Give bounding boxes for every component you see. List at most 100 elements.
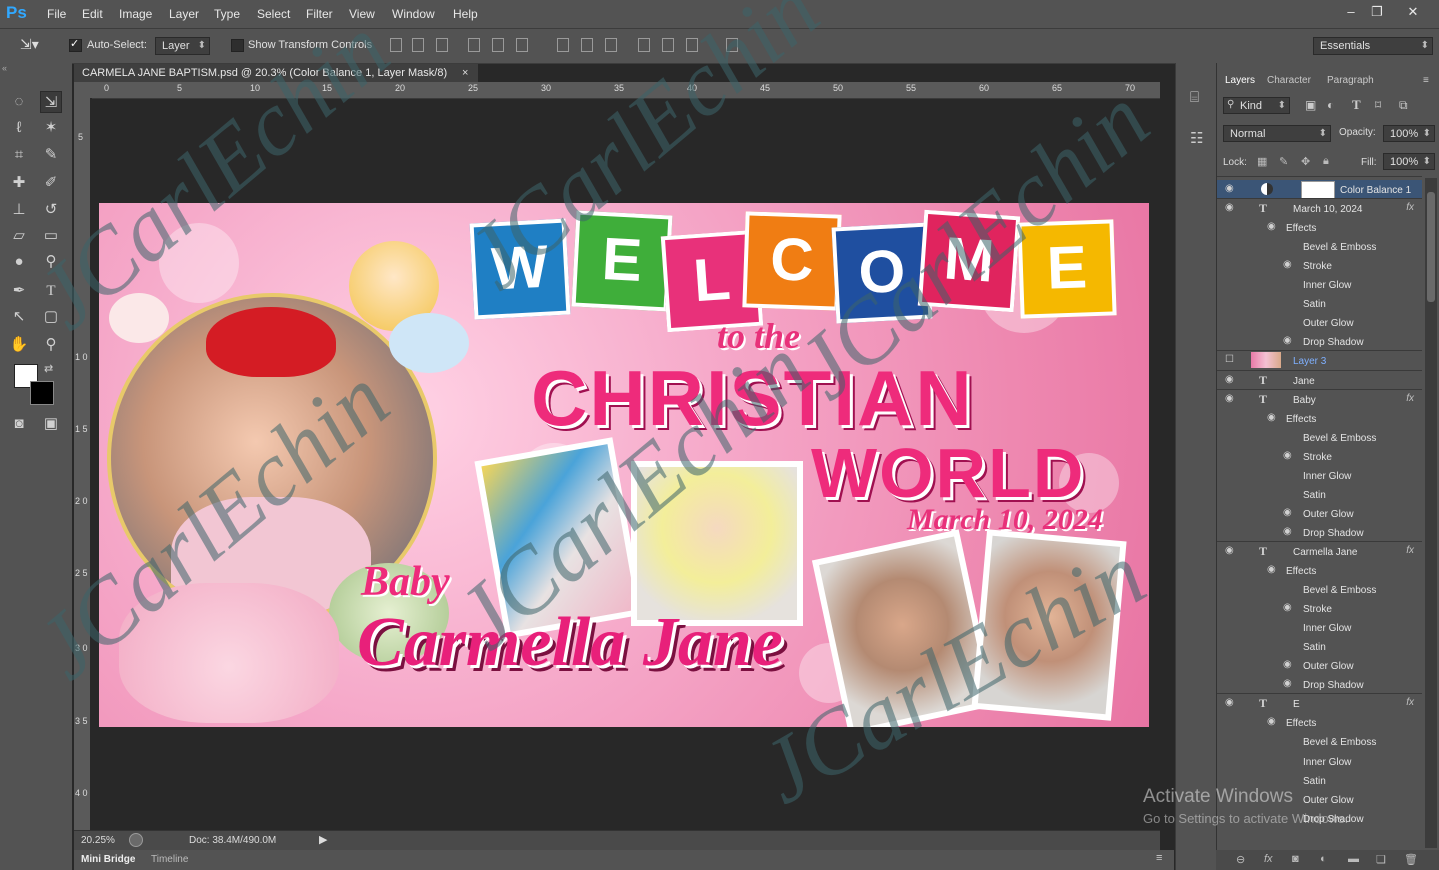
visibility-eye-icon[interactable]: ◉ <box>1267 221 1276 232</box>
panel-menu-icon[interactable]: ≡ <box>1156 852 1162 864</box>
filter-type-icon[interactable]: T <box>1352 97 1361 113</box>
effect-row[interactable]: ◉ Stroke <box>1217 256 1422 275</box>
move-tool-icon[interactable]: ⇲ <box>40 91 62 113</box>
visibility-eye-icon[interactable]: ◉ <box>1283 259 1292 270</box>
effect-row[interactable]: ◉ Drop Shadow <box>1217 523 1422 542</box>
eyedropper-icon[interactable]: ✎ <box>40 144 62 166</box>
lock-position-icon[interactable]: ✥ <box>1301 155 1310 168</box>
move-tool-preset-icon[interactable]: ⇲▾ <box>20 36 39 53</box>
menu-select[interactable]: Select <box>257 7 290 21</box>
marquee-tool-icon[interactable]: ◌ <box>8 91 30 113</box>
status-info-icon[interactable] <box>129 833 143 847</box>
visibility-eye-icon[interactable]: ◉ <box>1283 678 1292 689</box>
effect-row[interactable]: ◉ Outer Glow <box>1217 504 1422 523</box>
menu-file[interactable]: File <box>47 7 66 21</box>
show-transform-checkbox[interactable] <box>231 39 244 52</box>
visibility-eye-icon[interactable]: ☐ <box>1225 354 1234 365</box>
layer-row[interactable]: ☐ Layer 3 <box>1217 351 1422 370</box>
visibility-eye-icon[interactable]: ◉ <box>1225 545 1234 556</box>
visibility-eye-icon[interactable]: ◉ <box>1225 374 1234 385</box>
swap-colors-icon[interactable]: ⇄ <box>44 362 53 375</box>
tab-paragraph[interactable]: Paragraph <box>1327 75 1374 86</box>
effect-row[interactable]: ◉ Stroke <box>1217 447 1422 466</box>
align-left-icon[interactable] <box>468 38 480 52</box>
trash-icon[interactable]: 🗑︎ <box>1404 853 1418 866</box>
effect-row[interactable]: Satin <box>1217 485 1422 504</box>
workspace-dropdown[interactable]: Essentials <box>1313 37 1433 55</box>
background-color-swatch[interactable] <box>30 381 54 405</box>
add-fx-icon[interactable]: fx <box>1264 853 1273 865</box>
hand-tool-icon[interactable]: ✋ <box>8 334 30 356</box>
layer-row[interactable]: ◉ T March 10, 2024 fx <box>1217 199 1422 218</box>
lock-image-icon[interactable]: ✎ <box>1279 155 1288 168</box>
healing-brush-icon[interactable]: ✚ <box>8 172 30 194</box>
path-select-icon[interactable]: ↖ <box>8 306 30 328</box>
filter-pixel-icon[interactable]: ▣ <box>1305 98 1316 112</box>
crop-tool-icon[interactable]: ⌗ <box>8 144 30 166</box>
effect-row[interactable]: Bevel & Emboss <box>1217 732 1422 751</box>
align-vcenter-icon[interactable] <box>412 38 424 52</box>
history-brush-icon[interactable]: ↺ <box>40 199 62 221</box>
history-panel-icon[interactable]: ⌸ <box>1190 89 1199 106</box>
layer-row[interactable]: ◉ T Jane <box>1217 371 1422 390</box>
align-top-icon[interactable] <box>390 38 402 52</box>
auto-select-target-dropdown[interactable]: Layer <box>155 37 210 55</box>
fx-indicator-icon[interactable]: fx <box>1406 393 1414 404</box>
visibility-eye-icon[interactable]: ◉ <box>1283 659 1292 670</box>
menu-help[interactable]: Help <box>453 7 478 21</box>
effects-group-row[interactable]: ◉ Effects <box>1217 409 1422 428</box>
lock-transparent-icon[interactable]: ▦ <box>1257 155 1267 168</box>
quick-mask-icon[interactable]: ◙ <box>8 413 30 435</box>
status-menu-arrow-icon[interactable]: ▶ <box>319 833 327 846</box>
document-close-icon[interactable]: × <box>462 64 468 82</box>
visibility-eye-icon[interactable]: ◉ <box>1283 602 1292 613</box>
ruler-origin[interactable] <box>74 82 92 98</box>
effect-row[interactable]: Bevel & Emboss <box>1217 580 1422 599</box>
filter-adjustment-icon[interactable]: ◐ <box>1327 98 1334 112</box>
align-right-icon[interactable] <box>516 38 528 52</box>
adjustment-layer-icon[interactable]: ◐ <box>1320 853 1327 865</box>
effect-row[interactable]: Bevel & Emboss <box>1217 237 1422 256</box>
fill-input[interactable]: 100% <box>1383 153 1435 170</box>
effect-row[interactable]: Satin <box>1217 637 1422 656</box>
visibility-eye-icon[interactable]: ◉ <box>1283 507 1292 518</box>
layer-mask-thumbnail[interactable] <box>1301 181 1335 199</box>
eraser-icon[interactable]: ▱ <box>8 225 30 247</box>
link-layers-icon[interactable]: ⊖ <box>1236 853 1245 866</box>
tab-timeline[interactable]: Timeline <box>151 854 188 865</box>
visibility-eye-icon[interactable]: ◉ <box>1225 202 1234 213</box>
opacity-input[interactable]: 100% <box>1383 125 1435 142</box>
toolbox-collapse-icon[interactable]: « <box>2 63 7 73</box>
menu-type[interactable]: Type <box>214 7 240 21</box>
blend-mode-dropdown[interactable]: Normal <box>1223 125 1331 142</box>
new-layer-icon[interactable]: ❏ <box>1376 853 1386 866</box>
effect-row[interactable]: Inner Glow <box>1217 275 1422 294</box>
visibility-eye-icon[interactable]: ◉ <box>1283 450 1292 461</box>
zoom-tool-icon[interactable]: ⚲ <box>40 334 62 356</box>
screen-mode-icon[interactable]: ▣ <box>40 413 62 435</box>
effect-row[interactable]: ◉ Stroke <box>1217 599 1422 618</box>
tab-mini-bridge[interactable]: Mini Bridge <box>81 854 135 865</box>
scrollbar-thumb[interactable] <box>1427 192 1435 302</box>
layer-row[interactable]: ◉ Color Balance 1 <box>1217 180 1422 199</box>
filter-shape-icon[interactable]: ⌑ <box>1375 98 1381 112</box>
add-mask-icon[interactable]: ◙ <box>1292 853 1299 865</box>
distribute-top-icon[interactable] <box>557 38 569 52</box>
effect-row[interactable]: Bevel & Emboss <box>1217 428 1422 447</box>
layer-row[interactable]: ◉ T Efx <box>1217 694 1422 713</box>
visibility-eye-icon[interactable]: ◉ <box>1225 393 1234 404</box>
align-hcenter-icon[interactable] <box>492 38 504 52</box>
visibility-eye-icon[interactable]: ◉ <box>1283 526 1292 537</box>
pen-tool-icon[interactable]: ✒ <box>8 280 30 302</box>
distribute-vcenter-icon[interactable] <box>581 38 593 52</box>
effect-row[interactable]: ◉ Drop Shadow <box>1217 332 1422 351</box>
tab-character[interactable]: Character <box>1267 75 1311 86</box>
fx-indicator-icon[interactable]: fx <box>1406 545 1414 556</box>
effect-row[interactable]: Inner Glow <box>1217 618 1422 637</box>
fx-indicator-icon[interactable]: fx <box>1406 697 1414 708</box>
zoom-level[interactable]: 20.25% <box>81 835 115 846</box>
visibility-eye-icon[interactable]: ◉ <box>1225 183 1234 194</box>
effect-row[interactable]: Inner Glow <box>1217 752 1422 771</box>
auto-select-checkbox[interactable]: ✓ <box>69 38 82 52</box>
effect-row[interactable]: Inner Glow <box>1217 466 1422 485</box>
